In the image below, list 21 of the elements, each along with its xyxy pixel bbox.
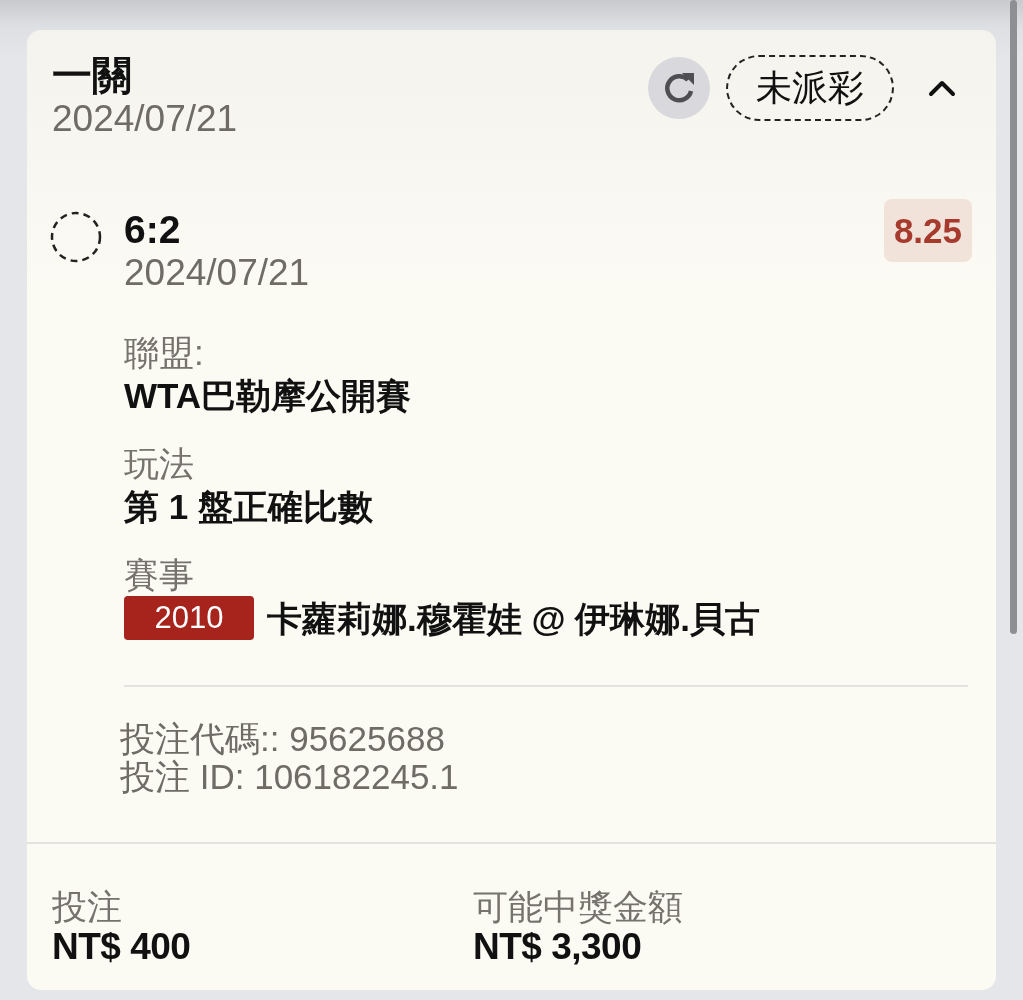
event-code-badge: 2010 (124, 596, 254, 640)
total-amount: NT$ 3,300 (473, 927, 643, 967)
scrollbar-thumb[interactable] (1010, 0, 1017, 634)
chevron-icon (928, 79, 956, 97)
event-name: 卡蘿莉娜.穆霍娃 @ 伊琳娜.貝古 (267, 597, 761, 640)
bet-date: 2024/07/21 (52, 98, 238, 140)
detail-label: 賽事 (124, 554, 195, 596)
status-badge: 未派彩 (726, 55, 894, 121)
bet-reference: 投注代碼:: 95625688 (120, 720, 446, 758)
total-amount: NT$ 400 (52, 927, 192, 967)
selection-pick: 6:2 (124, 208, 182, 252)
total-label: 投注 (52, 887, 123, 927)
total-label: 可能中獎金額 (473, 887, 684, 927)
detail-value: 第 1 盤正確比數 (124, 486, 374, 528)
selection-date: 2024/07/21 (124, 252, 311, 294)
bet-reference: 投注 ID: 106182245.1 (120, 758, 460, 796)
detail-label: 玩法 (124, 443, 195, 485)
detail-label: 聯盟: (124, 332, 205, 374)
bet-type-title: 一關 (52, 52, 133, 98)
odds-badge: 8.25 (883, 199, 972, 262)
detail-value: WTA巴勒摩公開賽 (124, 375, 413, 417)
